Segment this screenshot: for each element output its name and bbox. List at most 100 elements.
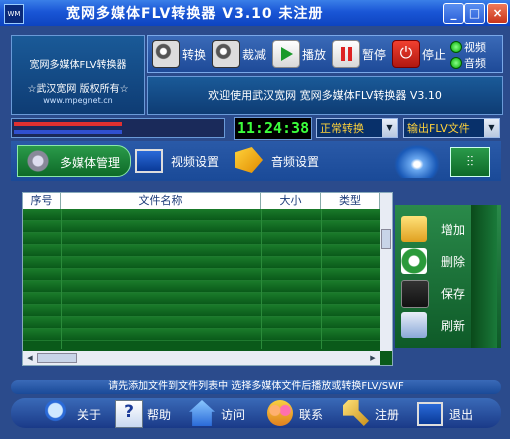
logo-product-name: 宽网多媒体FLV转换器 [29,60,127,71]
table-row[interactable] [23,245,380,257]
pause-icon [332,40,360,68]
logo-panel: 宽网多媒体FLV转换器 ☆武汉宽网 版权所有☆ www.mpegnet.cn [11,35,145,115]
play-label: 播放 [302,48,327,62]
pause-button[interactable]: 暂停 [332,39,388,69]
keys-icon [343,400,369,426]
monitor-icon [135,149,163,173]
stop-button[interactable]: 停止 [392,39,448,69]
trim-label: 裁减 [242,48,267,62]
column-header-index[interactable]: 序号 [23,193,61,209]
table-row[interactable] [23,257,380,269]
audio-mode-radio[interactable]: 音频 [448,55,500,70]
table-row[interactable] [23,281,380,293]
status-message: 请先添加文件到文件列表中 选择多媒体文件后播放或转换FLV/SWF [11,380,501,394]
output-type-select[interactable]: 输出FLV文件 ▼ [403,118,500,138]
pause-label: 暂停 [362,48,387,62]
tab-video-settings[interactable]: 视频设置 [135,145,235,175]
about-button[interactable]: 关于 [45,400,107,426]
power-icon [392,40,420,68]
exit-monitor-icon [417,402,443,426]
refresh-label: 刷新 [441,319,466,333]
close-button[interactable]: × [487,3,508,24]
main-toolbar: 转换 裁减 播放 暂停 停止 视频 音频 [147,35,503,73]
table-row[interactable] [23,293,380,305]
video-mode-label: 视频 [464,41,486,54]
scroll-left-icon[interactable]: ◀ [25,353,35,363]
table-row[interactable] [23,221,380,233]
title-bar[interactable]: WM 宽网多媒体FLV转换器 V3.10 未注册 _ □ × [0,0,510,26]
vertical-scroll-thumb[interactable] [381,229,391,249]
register-button[interactable]: 注册 [343,400,405,426]
floppy-disk-icon [401,280,429,308]
delete-label: 删除 [441,255,466,269]
maximize-button[interactable]: □ [464,3,485,24]
radio-dot-icon [450,41,462,53]
exit-button[interactable]: 退出 [417,400,483,426]
column-divider [321,209,322,349]
tab-audio-label: 音频设置 [271,155,320,169]
recycle-icon [401,248,427,274]
table-row[interactable] [23,269,380,281]
app-window: WM 宽网多媒体FLV转换器 V3.10 未注册 _ □ × 宽网多媒体FLV转… [0,0,510,439]
add-file-button[interactable]: 增加 [399,215,473,243]
film-scissors-icon [212,40,240,68]
play-button[interactable]: 播放 [272,39,328,69]
column-header-size[interactable]: 大小 [261,193,321,209]
trim-button[interactable]: 裁减 [212,39,268,69]
lcd-clock: 11:24:38 [234,117,312,140]
table-row[interactable] [23,305,380,317]
bottom-toolbar: 关于 帮助 访问 联系 注册 退出 [11,398,501,428]
panel-divider [471,205,497,348]
about-label: 关于 [77,408,102,422]
file-list[interactable]: 序号 文件名称 大小 类型 ◀ ▶ [22,192,393,366]
file-list-header: 序号 文件名称 大小 类型 [23,193,392,209]
chevron-down-icon[interactable]: ▼ [484,119,499,137]
progress-bar-blue [14,130,122,134]
column-header-type[interactable]: 类型 [321,193,380,209]
column-header-filename[interactable]: 文件名称 [61,193,261,209]
contact-label: 联系 [299,408,324,422]
tab-video-label: 视频设置 [171,155,220,169]
radio-dot-icon [450,57,462,69]
equalizer-button[interactable]: ⫶⫶ [450,147,490,177]
film-reel-icon [152,40,180,68]
progress-bar-red [14,122,122,126]
tab-media-manager[interactable]: 多媒体管理 [17,145,131,177]
minimize-button[interactable]: _ [443,3,464,24]
play-icon [272,40,300,68]
convert-label: 转换 [182,48,207,62]
visit-label: 访问 [221,408,246,422]
convert-mode-select[interactable]: 正常转换 ▼ [316,118,398,138]
chevron-down-icon[interactable]: ▼ [382,119,397,137]
welcome-banner: 欢迎使用武汉宽网 宽网多媒体FLV转换器 V3.10 [147,76,503,115]
video-mode-radio[interactable]: 视频 [448,39,500,54]
convert-button[interactable]: 转换 [152,39,208,69]
refresh-icon [401,312,427,338]
add-label: 增加 [441,223,466,237]
horizontal-scrollbar[interactable]: ◀ ▶ [23,351,380,365]
scroll-right-icon[interactable]: ▶ [368,353,378,363]
window-title: 宽网多媒体FLV转换器 V3.10 未注册 [66,6,324,22]
audio-mode-label: 音频 [464,57,486,70]
table-row[interactable] [23,317,380,329]
home-icon [189,400,215,426]
app-icon[interactable]: WM [4,4,24,24]
table-row[interactable] [23,209,380,221]
delete-file-button[interactable]: 删除 [399,247,473,275]
horizontal-scroll-thumb[interactable] [37,353,77,363]
vertical-scrollbar[interactable] [380,209,392,351]
refresh-list-button[interactable]: 刷新 [399,311,473,339]
save-list-button[interactable]: 保存 [399,279,473,308]
tab-audio-settings[interactable]: 音频设置 [235,145,335,175]
output-type-value: 输出FLV文件 [407,122,470,135]
contacts-icon [267,400,293,426]
table-row[interactable] [23,329,380,341]
progress-panel [11,118,225,138]
visit-button[interactable]: 访问 [189,400,251,426]
file-list-rows [23,209,380,349]
contact-button[interactable]: 联系 [267,400,329,426]
equalizer-icon: ⫶⫶ [466,154,474,170]
help-button[interactable]: 帮助 [115,400,177,428]
table-row[interactable] [23,233,380,245]
tools-icon [24,148,52,174]
